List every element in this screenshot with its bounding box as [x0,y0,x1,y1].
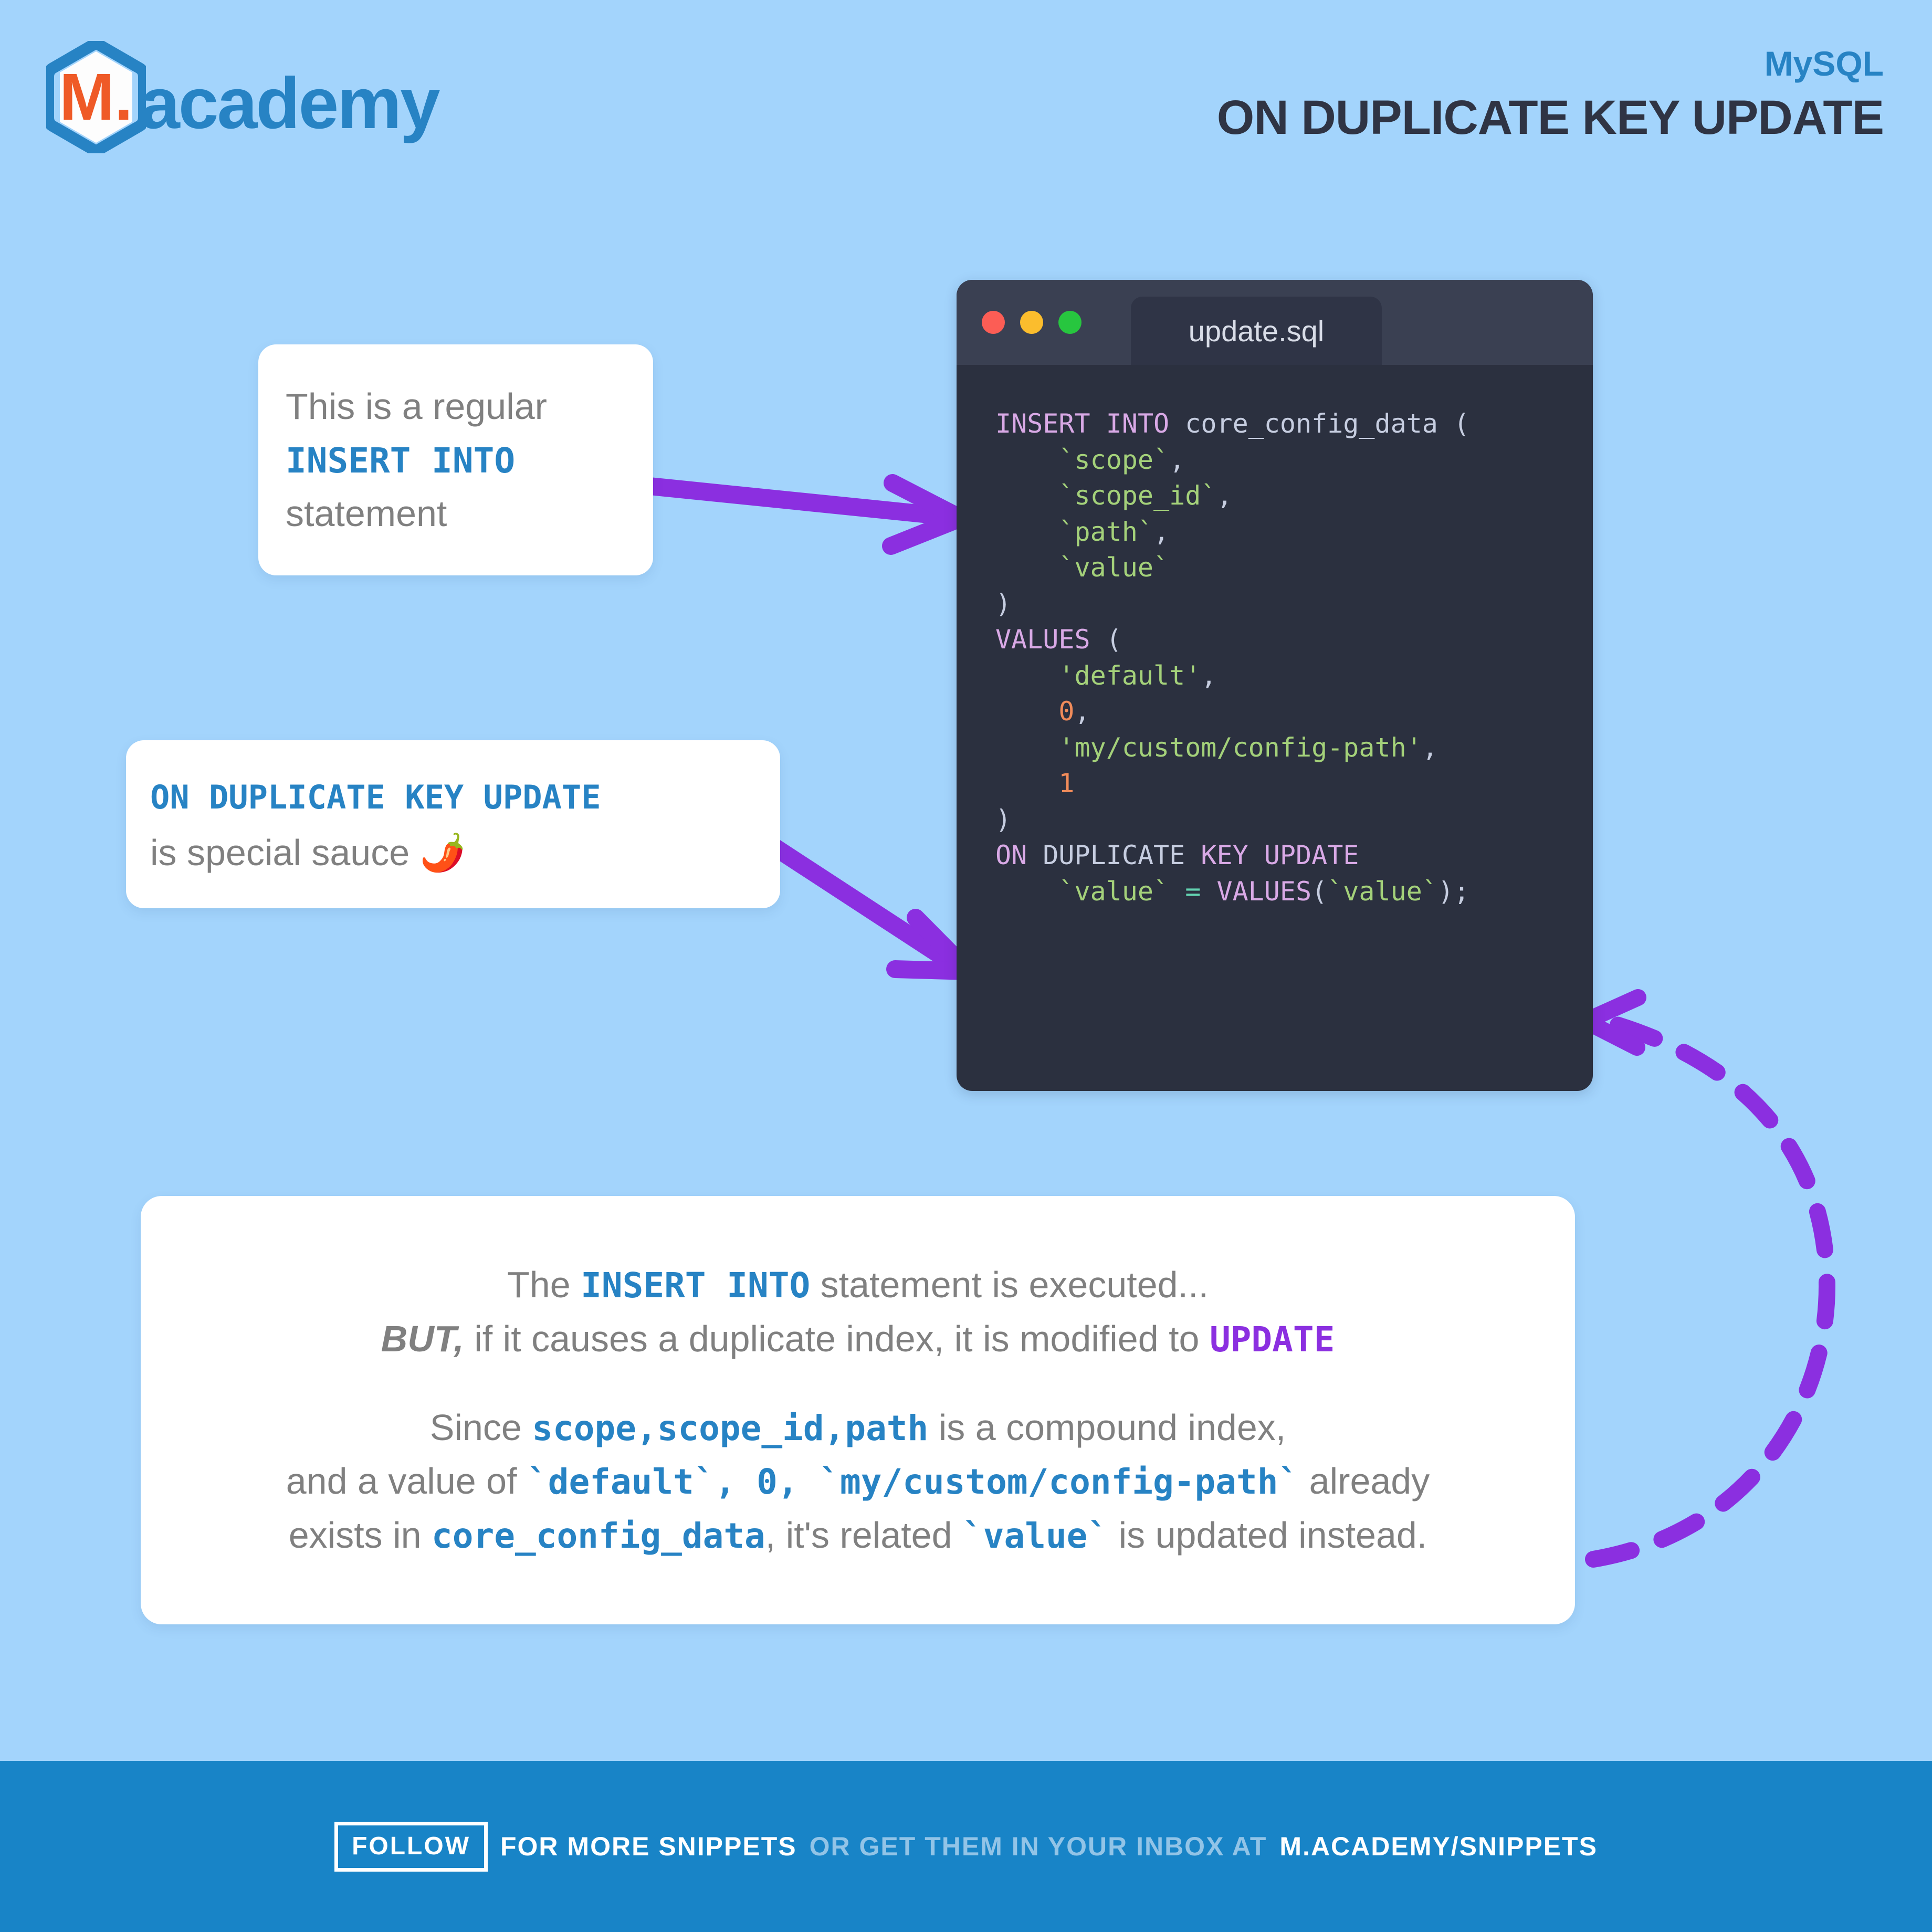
explain-line-1: The INSERT INTO statement is executed... [507,1258,1209,1312]
code-window: update.sql INSERT INTO core_config_data … [957,280,1593,1091]
code-token-close-paren-1: ) [995,588,1012,619]
arrow-explain-dashed-icon [1577,989,1836,1568]
explain-l2-but: BUT, [381,1318,464,1359]
code-token-into: INTO [1106,408,1170,439]
callout-on-duplicate-key-update: ON DUPLICATE KEY UPDATE is special sauce… [126,740,780,908]
maximize-button-icon[interactable] [1058,311,1082,334]
page-header: MySQL ON DUPLICATE KEY UPDATE [1217,46,1884,142]
explain-l4-code: `default`, 0, `my/custom/config-path` [527,1462,1299,1503]
arrow-odku-icon [763,836,978,980]
code-token-update: UPDATE [1264,840,1359,870]
code-token-target-value: `value` [1058,876,1170,907]
brand-logo[interactable]: M. academy [46,41,440,153]
svg-text:M.: M. [59,60,133,134]
header-subtitle: MySQL [1764,44,1884,83]
explain-l1-b: statement is executed... [810,1264,1209,1305]
logo-hexagon-icon: M. [46,41,146,153]
arrow-insert-icon [636,474,970,555]
code-token-key: KEY [1201,840,1248,870]
tab-update-sql[interactable]: update.sql [1131,297,1382,365]
explain-l5-b: , it's related [765,1515,962,1556]
code-token-str-path: 'my/custom/config-path' [1058,732,1422,763]
code-token-comma-4: , [1201,660,1217,691]
chili-pepper-icon: 🌶️ [419,832,466,873]
code-token-col-value: `value` [1058,552,1170,583]
callout-insert-code: INSERT INTO [286,440,516,481]
code-token-close-semicolon: ); [1437,876,1470,907]
explain-l5-code2: `value` [962,1516,1109,1557]
footer-bar: FOLLOW FOR MORE SNIPPETS OR GET THEM IN … [0,1761,1932,1932]
explain-line-5: exists in core_config_data, it's related… [289,1508,1427,1562]
explain-l2-code: UPDATE [1209,1319,1335,1360]
code-token-equals: = [1185,876,1201,907]
code-token-values-arg: `value` [1327,876,1438,907]
code-token-values-fn: VALUES [1216,876,1312,907]
callout-odku-line2: is special sauce [150,832,420,873]
code-token-table: core_config_data [1185,408,1438,439]
code-token-col-path: `path` [1058,516,1154,547]
explain-l3-b: is a compound index, [928,1406,1286,1448]
footer-text-strong-1: FOR MORE SNIPPETS [500,1832,797,1861]
explanation-box: The INSERT INTO statement is executed...… [141,1196,1575,1624]
explain-line-3: Since scope,scope_id,path is a compound … [430,1401,1286,1455]
window-controls[interactable] [982,311,1082,334]
callout-insert-line1: This is a regular [286,385,547,427]
code-token-on: ON [995,840,1027,870]
code-token-col-scope-id: `scope_id` [1058,480,1217,511]
code-token-comma-5: , [1074,696,1090,727]
code-token-open-paren-2: ( [1106,624,1122,655]
explain-l4-b: already [1299,1461,1430,1502]
code-editor-content: INSERT INTO core_config_data ( `scope`, … [957,365,1593,909]
code-token-col-scope: `scope` [1058,444,1170,475]
code-token-num-zero: 0 [1058,696,1075,727]
code-token-close-paren-2: ) [995,804,1012,835]
explain-line-2: BUT, if it causes a duplicate index, it … [381,1312,1335,1366]
code-token-open-paren-1: ( [1454,408,1470,439]
tab-label: update.sql [1188,314,1325,348]
callout-odku-code: ON DUPLICATE KEY UPDATE [150,778,601,816]
minimize-button-icon[interactable] [1020,311,1043,334]
code-token-open-paren-3: ( [1311,876,1328,907]
footer-link-snippets[interactable]: M.ACADEMY/SNIPPETS [1279,1831,1598,1862]
close-button-icon[interactable] [982,311,1005,334]
explain-l2-b: if it causes a duplicate index, it is mo… [464,1318,1210,1359]
callout-insert-line3: statement [286,493,447,534]
code-token-comma-1: , [1169,444,1185,475]
explain-l1-a: The [507,1264,581,1305]
code-token-comma-6: , [1422,732,1438,763]
code-token-str-default: 'default' [1058,660,1201,691]
explain-l5-c: is updated instead. [1108,1515,1427,1556]
explain-line-4: and a value of `default`, 0, `my/custom/… [286,1454,1430,1508]
code-window-titlebar: update.sql [957,280,1593,365]
page-title: ON DUPLICATE KEY UPDATE [1216,91,1884,144]
code-token-comma-3: , [1153,516,1170,547]
callout-insert-into: This is a regular INSERT INTO statement [258,344,653,575]
code-token-num-one: 1 [1058,768,1075,799]
explain-l3-a: Since [429,1406,532,1448]
explain-l5-code1: core_config_data [432,1516,765,1557]
code-token-insert: INSERT [995,408,1090,439]
logo-wordmark: academy [140,63,440,144]
explain-l1-code: INSERT INTO [581,1265,811,1306]
footer-text-dim: OR GET THEM IN YOUR INBOX AT [809,1832,1267,1861]
explain-l5-a: exists in [288,1515,432,1556]
follow-button[interactable]: FOLLOW [334,1821,488,1872]
code-token-duplicate: DUPLICATE [1043,840,1185,870]
code-token-values: VALUES [995,624,1090,655]
explain-l4-a: and a value of [286,1461,527,1502]
explain-l3-code: scope,scope_id,path [532,1408,929,1448]
code-token-comma-2: , [1216,480,1233,511]
